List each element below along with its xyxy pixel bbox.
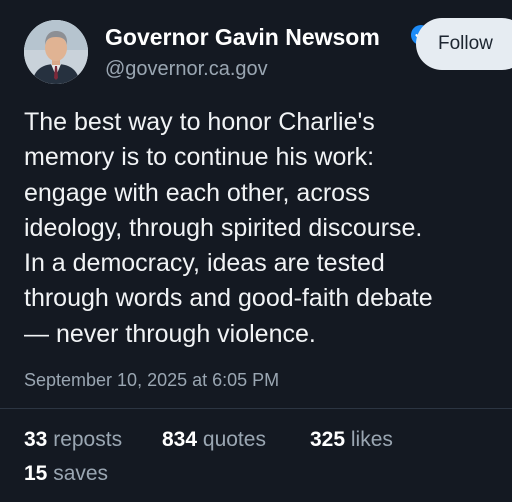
quotes-stat[interactable]: 834 quotes xyxy=(162,428,266,452)
likes-stat[interactable]: 325 likes xyxy=(310,428,393,452)
reposts-count: 33 xyxy=(24,428,48,451)
divider xyxy=(0,408,512,409)
author-display-name[interactable]: Governor Gavin Newsom xyxy=(105,24,380,51)
post-line: The best way to honor Charlie's xyxy=(24,108,375,136)
post-body: The best way to honor Charlie's memory i… xyxy=(24,105,512,352)
post-line: engage with each other, across xyxy=(24,178,371,207)
saves-stat[interactable]: 15 saves xyxy=(24,462,108,486)
saves-stats: 15 saves xyxy=(24,462,108,486)
author-handle[interactable]: @governor.ca.gov xyxy=(105,58,268,81)
reposts-stat[interactable]: 33 reposts xyxy=(24,428,122,452)
avatar-image xyxy=(24,20,88,84)
post-line: ideology, through spirited discourse. xyxy=(24,213,423,242)
post-line: — never through violence. xyxy=(24,319,316,348)
post-card: Governor Gavin Newsom @governor.ca.gov F… xyxy=(0,0,512,502)
post-timestamp[interactable]: September 10, 2025 at 6:05 PM xyxy=(24,370,279,391)
quotes-count: 834 xyxy=(162,428,198,451)
post-line: In a democracy, ideas are tested xyxy=(24,249,385,278)
follow-button[interactable]: Follow xyxy=(416,18,512,70)
reposts-label: reposts xyxy=(53,428,123,451)
likes-count: 325 xyxy=(310,428,346,451)
post-line: through words and good-faith debate xyxy=(24,284,433,313)
saves-count: 15 xyxy=(24,462,48,485)
quotes-label: quotes xyxy=(202,428,266,451)
avatar[interactable] xyxy=(24,20,88,84)
likes-label: likes xyxy=(350,428,393,451)
post-line: memory is to continue his work: xyxy=(24,143,375,172)
saves-label: saves xyxy=(53,462,109,485)
